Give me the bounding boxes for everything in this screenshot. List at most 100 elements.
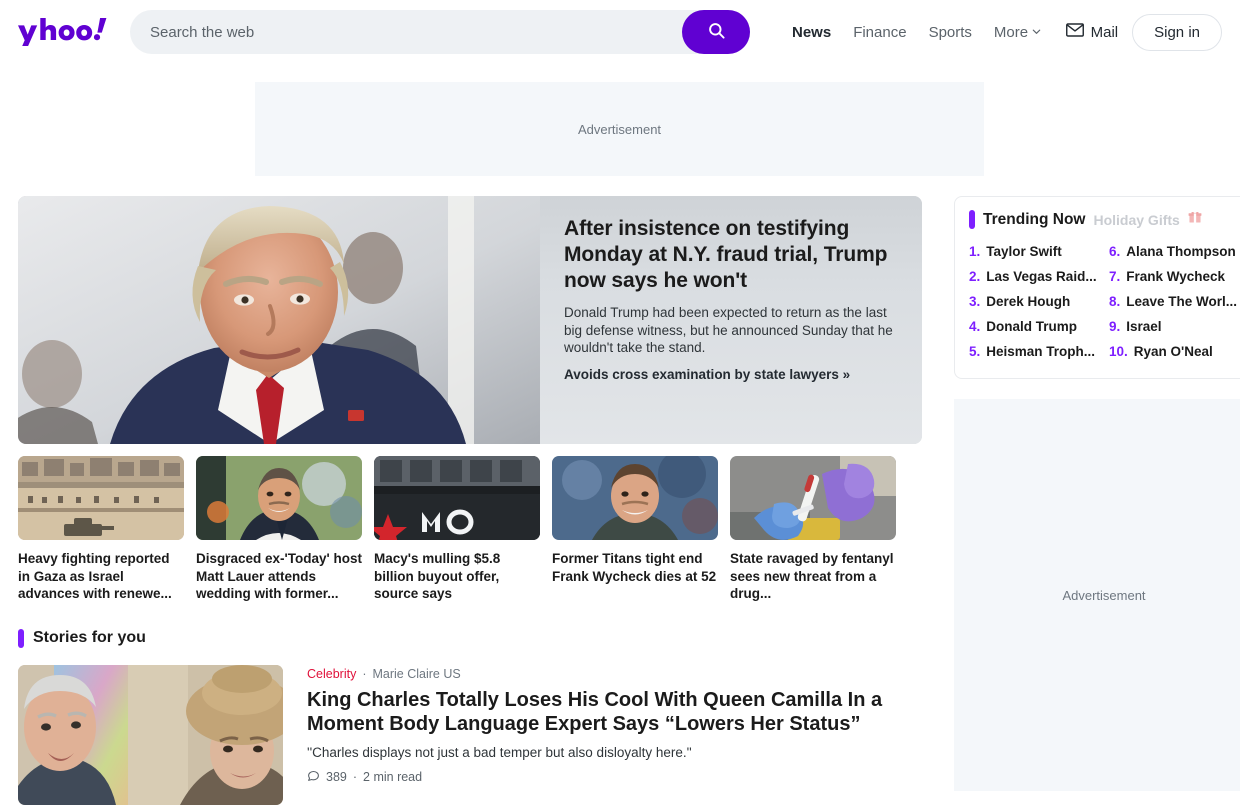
- stats-separator: ·: [352, 769, 358, 784]
- main-content: After insistence on testifying Monday at…: [0, 196, 1240, 805]
- trending-label: Israel: [1126, 319, 1162, 334]
- trending-item[interactable]: 2. Las Vegas Raid...: [969, 264, 1099, 289]
- thumb-image-macys: [374, 456, 540, 540]
- trending-now-card: Trending Now Holiday Gifts 1. Taylor Swi…: [954, 196, 1240, 379]
- content-column: After insistence on testifying Monday at…: [18, 196, 922, 805]
- trending-accent-bar: [969, 210, 975, 229]
- trending-header: Trending Now Holiday Gifts: [969, 210, 1239, 229]
- trending-title: Trending Now: [983, 210, 1086, 228]
- thumb-card[interactable]: Disgraced ex-'Today' host Matt Lauer att…: [196, 456, 362, 603]
- trending-rank: 2.: [969, 269, 981, 284]
- thumb-card[interactable]: Macy's mulling $5.8 billion buyout offer…: [374, 456, 540, 603]
- nav-item-news[interactable]: News: [792, 24, 831, 41]
- header-actions: Mail Sign in: [1065, 13, 1222, 51]
- story-body: Celebrity · Marie Claire US King Charles…: [307, 665, 922, 805]
- side-ad-label: Advertisement: [1062, 587, 1146, 603]
- top-ad-label: Advertisement: [577, 121, 662, 137]
- thumb-caption: Heavy fighting reported in Gaza as Israe…: [18, 551, 172, 601]
- thumb-image-lauer: [196, 456, 362, 540]
- hero-related-link[interactable]: Avoids cross examination by state lawyer…: [564, 367, 898, 382]
- read-time: 2 min read: [363, 769, 423, 784]
- story-source: Marie Claire US: [372, 666, 461, 681]
- story-image-king-charles: [18, 664, 283, 805]
- trending-item[interactable]: 4. Donald Trump: [969, 314, 1099, 339]
- trending-rank: 8.: [1109, 294, 1121, 309]
- trending-item[interactable]: 5. Heisman Troph...: [969, 339, 1099, 364]
- thumb-image-gaza: [18, 456, 184, 540]
- trending-label: Frank Wycheck: [1126, 269, 1226, 284]
- hero-text-panel: After insistence on testifying Monday at…: [540, 196, 922, 444]
- section-title: Stories for you: [33, 629, 146, 646]
- trending-label: Donald Trump: [986, 319, 1078, 334]
- thumb-card[interactable]: Heavy fighting reported in Gaza as Israe…: [18, 456, 184, 603]
- nav-label-sports: Sports: [928, 23, 972, 41]
- sign-in-button[interactable]: Sign in: [1132, 13, 1222, 51]
- hero-title: After insistence on testifying Monday at…: [564, 217, 888, 292]
- search-bar: [130, 10, 750, 54]
- trending-label: Taylor Swift: [986, 244, 1062, 259]
- thumb-image-wycheck: [552, 456, 718, 540]
- story-card[interactable]: Celebrity · Marie Claire US King Charles…: [18, 664, 922, 805]
- search-input[interactable]: [130, 10, 750, 54]
- nav-label-news: News: [792, 23, 832, 41]
- trending-label: Heisman Troph...: [986, 344, 1096, 359]
- thumb-card[interactable]: State ravaged by fentanyl sees new threa…: [730, 456, 896, 603]
- nav-label-finance: Finance: [853, 23, 907, 41]
- trending-item[interactable]: 7. Frank Wycheck: [1109, 264, 1239, 289]
- story-description: ''Charles displays not just a bad temper…: [307, 744, 692, 760]
- thumb-caption: State ravaged by fentanyl sees new threa…: [730, 551, 894, 601]
- trending-rank: 5.: [969, 344, 981, 359]
- meta-separator: ·: [362, 666, 367, 681]
- trending-list: 1. Taylor Swift 6. Alana Thompson 2. Las…: [969, 239, 1239, 364]
- envelope-icon: [1065, 23, 1084, 41]
- thumb-caption: Former Titans tight end Frank Wycheck di…: [552, 551, 717, 584]
- trending-label: Derek Hough: [986, 294, 1071, 309]
- trending-item[interactable]: 6. Alana Thompson: [1109, 239, 1239, 264]
- thumb-card[interactable]: Former Titans tight end Frank Wycheck di…: [552, 456, 718, 603]
- gift-icon: [1188, 210, 1202, 229]
- story-stats: 389 · 2 min read: [307, 769, 922, 785]
- trending-rank: 3.: [969, 294, 981, 309]
- nav-item-finance[interactable]: Finance: [853, 24, 906, 41]
- story-category[interactable]: Celebrity: [307, 667, 356, 681]
- trending-rank: 9.: [1109, 319, 1121, 334]
- comment-bubble-icon: [307, 769, 320, 785]
- trending-subtitle[interactable]: Holiday Gifts: [1093, 212, 1179, 228]
- top-advertisement: Advertisement: [255, 82, 984, 176]
- story-meta: Celebrity · Marie Claire US: [307, 667, 922, 681]
- search-button[interactable]: [682, 10, 750, 54]
- nav-item-sports[interactable]: Sports: [929, 24, 972, 41]
- trending-rank: 6.: [1109, 244, 1121, 259]
- hero-summary: Donald Trump had been expected to return…: [564, 305, 893, 355]
- hero-story[interactable]: After insistence on testifying Monday at…: [18, 196, 922, 444]
- trending-label: Leave The Worl...: [1126, 294, 1238, 309]
- hero-image: [18, 196, 540, 444]
- nav-label-more: More: [993, 23, 1029, 41]
- trending-item[interactable]: 3. Derek Hough: [969, 289, 1099, 314]
- mail-label: Mail: [1090, 23, 1119, 41]
- main-nav: News Finance Sports More: [792, 24, 1042, 41]
- nav-item-more[interactable]: More: [994, 24, 1042, 41]
- search-icon: [707, 21, 726, 43]
- trending-rank: 1.: [969, 244, 981, 259]
- thumb-image-fentanyl: [730, 456, 896, 540]
- yahoo-logo[interactable]: [18, 18, 108, 46]
- sidebar-column: Trending Now Holiday Gifts 1. Taylor Swi…: [954, 196, 1240, 805]
- mail-link[interactable]: Mail: [1065, 23, 1119, 41]
- stories-for-you-heading: Stories for you: [18, 628, 922, 648]
- trending-rank: 7.: [1109, 269, 1121, 284]
- trending-label: Alana Thompson: [1126, 244, 1236, 259]
- section-accent-bar: [18, 628, 24, 648]
- story-title[interactable]: King Charles Totally Loses His Cool With…: [307, 688, 922, 736]
- trending-item[interactable]: 10. Ryan O'Neal: [1109, 339, 1239, 364]
- trending-item[interactable]: 1. Taylor Swift: [969, 239, 1099, 264]
- top-stories-row: Heavy fighting reported in Gaza as Israe…: [18, 456, 922, 603]
- thumb-caption: Disgraced ex-'Today' host Matt Lauer att…: [196, 551, 362, 601]
- trending-rank: 10.: [1109, 344, 1128, 359]
- trending-item[interactable]: 8. Leave The Worl...: [1109, 289, 1239, 314]
- trending-rank: 4.: [969, 319, 981, 334]
- chevron-down-icon: [1031, 24, 1042, 41]
- comment-count: 389: [326, 769, 347, 784]
- trending-item[interactable]: 9. Israel: [1109, 314, 1239, 339]
- trending-label: Las Vegas Raid...: [986, 269, 1097, 284]
